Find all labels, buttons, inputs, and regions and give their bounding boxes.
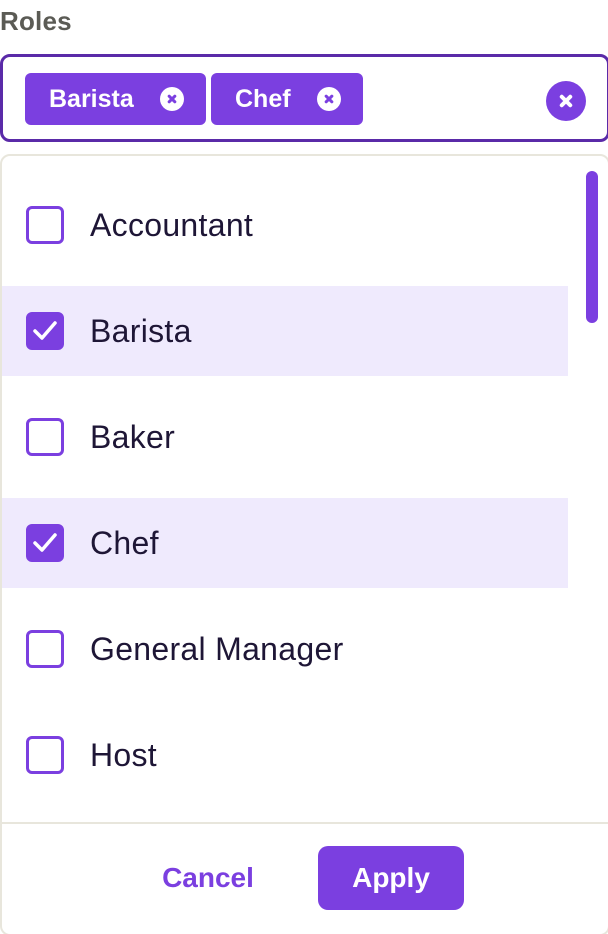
option-baker[interactable]: Baker: [2, 392, 568, 482]
checkbox[interactable]: [26, 312, 64, 350]
option-label: Chef: [90, 524, 159, 561]
checkmark-icon: [33, 533, 57, 552]
option-label: Accountant: [90, 206, 254, 243]
chip-label: Chef: [235, 84, 291, 113]
apply-button[interactable]: Apply: [318, 846, 464, 910]
chip-barista: Barista: [25, 73, 206, 125]
option-accountant[interactable]: Accountant: [2, 180, 568, 270]
option-label: Host: [90, 736, 157, 773]
checkbox[interactable]: [26, 736, 64, 774]
option-label: Barista: [90, 312, 192, 349]
chip-label: Barista: [49, 84, 134, 113]
checkbox[interactable]: [26, 206, 64, 244]
scrollbar[interactable]: [586, 171, 598, 323]
checkbox[interactable]: [26, 630, 64, 668]
option-label: General Manager: [90, 630, 344, 667]
roles-multiselect[interactable]: Barista Chef: [0, 54, 608, 142]
option-general-manager[interactable]: General Manager: [2, 604, 568, 694]
field-label: Roles: [0, 6, 72, 36]
chip-remove-icon[interactable]: [316, 87, 341, 111]
footer-divider: [2, 822, 608, 824]
option-chef[interactable]: Chef: [2, 498, 568, 588]
option-label: Baker: [90, 418, 176, 455]
option-host[interactable]: Host: [2, 710, 568, 800]
cancel-button[interactable]: Cancel: [150, 846, 266, 910]
chip-remove-icon[interactable]: [159, 87, 184, 111]
clear-all-icon[interactable]: [546, 81, 586, 121]
chip-chef: Chef: [211, 73, 363, 125]
checkmark-icon: [33, 321, 57, 340]
options-dropdown: Accountant Barista Baker Chef General Ma…: [0, 154, 608, 934]
option-barista[interactable]: Barista: [2, 286, 568, 376]
checkbox[interactable]: [26, 524, 64, 562]
checkbox[interactable]: [26, 418, 64, 456]
